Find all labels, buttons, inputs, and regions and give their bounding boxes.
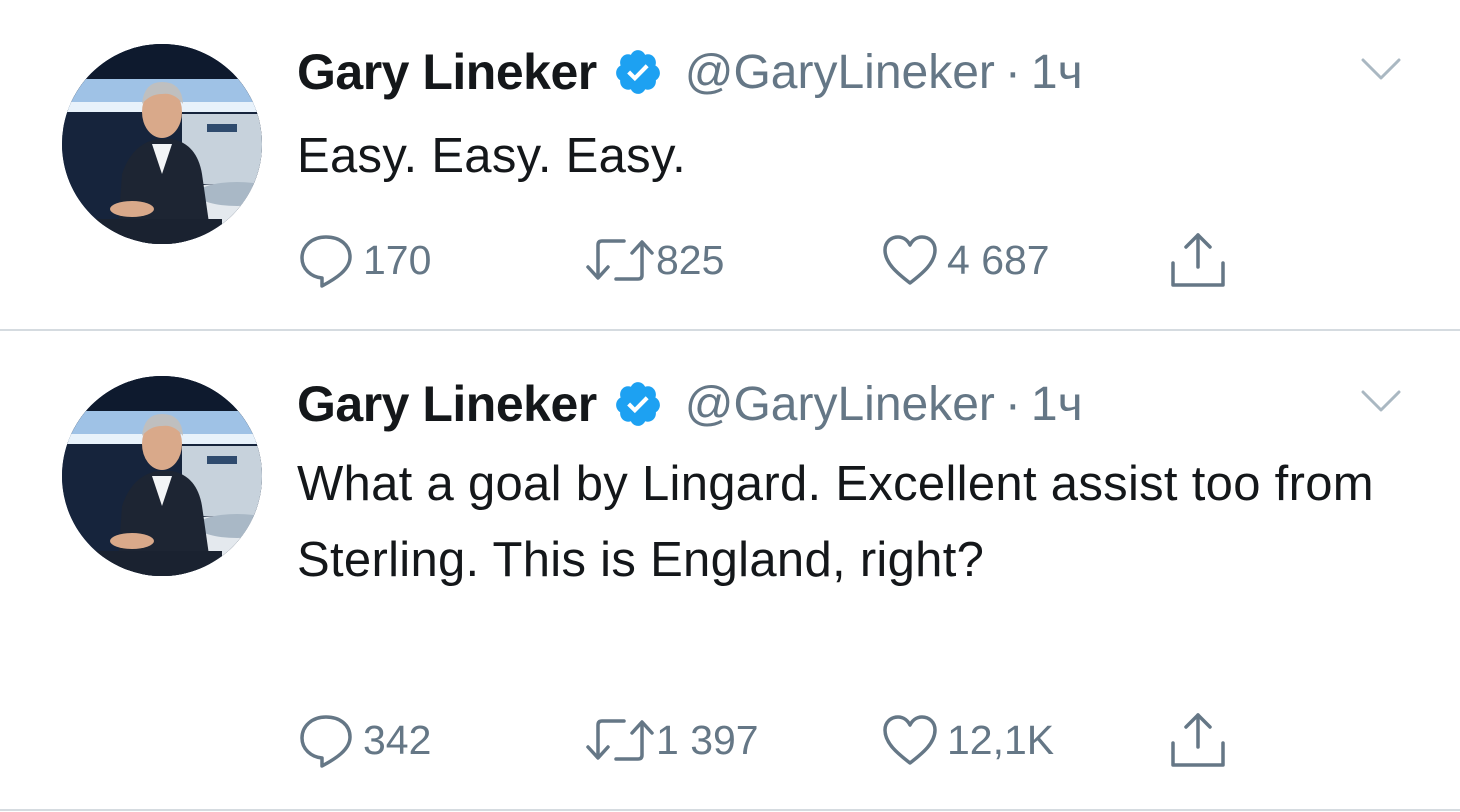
timestamp[interactable]: 1ч: [1031, 45, 1083, 100]
share-button[interactable]: [1167, 228, 1229, 292]
author-name[interactable]: Gary Lineker: [297, 375, 597, 433]
author-name[interactable]: Gary Lineker: [297, 43, 597, 101]
chevron-down-icon[interactable]: [1360, 54, 1402, 84]
share-icon: [1167, 709, 1229, 771]
tweet[interactable]: Gary Lineker @GaryLineker · 1ч Easy. Eas…: [0, 0, 1460, 330]
reply-count: 170: [363, 236, 432, 283]
tweet[interactable]: Gary Lineker @GaryLineker · 1ч What a go…: [0, 332, 1460, 810]
reply-bubble-icon: [297, 231, 355, 289]
share-icon: [1167, 229, 1229, 291]
reply-bubble-icon: [297, 711, 355, 769]
verified-badge-icon: [613, 47, 663, 97]
retweet-button[interactable]: 1 397: [584, 708, 759, 772]
retweet-icon: [584, 231, 656, 289]
timestamp[interactable]: 1ч: [1031, 377, 1083, 432]
author-handle[interactable]: @GaryLineker: [685, 45, 995, 100]
reply-button[interactable]: 342: [297, 708, 431, 772]
like-button[interactable]: 12,1K: [879, 708, 1054, 772]
like-button[interactable]: 4 687: [879, 228, 1050, 292]
tweet-header: Gary Lineker @GaryLineker · 1ч: [297, 42, 1083, 102]
share-button[interactable]: [1167, 708, 1229, 772]
tweet-divider: [0, 809, 1460, 811]
reply-button[interactable]: 170: [297, 228, 431, 292]
like-count: 4 687: [947, 236, 1050, 283]
author-handle[interactable]: @GaryLineker: [685, 377, 995, 432]
avatar[interactable]: [62, 44, 262, 244]
header-separator: ·: [1004, 45, 1021, 99]
like-count: 12,1K: [947, 716, 1055, 763]
tweet-feed: Gary Lineker @GaryLineker · 1ч Easy. Eas…: [0, 0, 1460, 812]
retweet-count: 1 397: [656, 716, 759, 763]
header-separator: ·: [1004, 377, 1021, 431]
verified-badge-icon: [613, 379, 663, 429]
retweet-count: 825: [656, 236, 725, 283]
reply-count: 342: [363, 716, 432, 763]
tweet-divider: [0, 329, 1460, 331]
avatar-photo-icon: [62, 44, 262, 244]
avatar-photo-icon: [62, 376, 262, 576]
heart-icon: [879, 231, 941, 289]
tweet-text: What a goal by Lingard. Excellent assist…: [297, 457, 1374, 587]
tweet-actions: 170 825 4 687: [297, 228, 1257, 292]
tweet-actions: 342 1 397 12,1K: [297, 708, 1257, 772]
heart-icon: [879, 711, 941, 769]
retweet-icon: [584, 711, 656, 769]
retweet-button[interactable]: 825: [584, 228, 724, 292]
tweet-header: Gary Lineker @GaryLineker · 1ч: [297, 374, 1083, 434]
tweet-text: Easy. Easy. Easy.: [297, 129, 687, 183]
avatar[interactable]: [62, 376, 262, 576]
chevron-down-icon[interactable]: [1360, 386, 1402, 416]
